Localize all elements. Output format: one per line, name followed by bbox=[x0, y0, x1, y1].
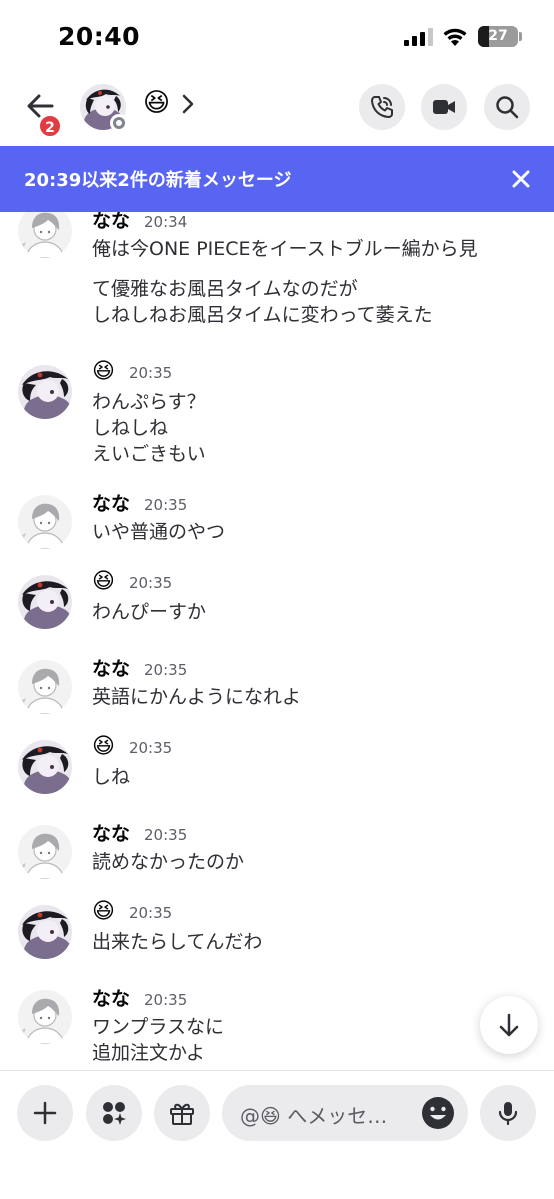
close-icon[interactable] bbox=[508, 166, 534, 192]
video-call-button[interactable] bbox=[421, 84, 467, 130]
message-text: えいごきもい bbox=[92, 443, 206, 465]
message-text: 英語にかんようになれよ bbox=[92, 686, 302, 708]
status-indicator bbox=[110, 114, 128, 132]
add-attachment-button[interactable] bbox=[17, 1085, 73, 1141]
message-author[interactable]: 😆 bbox=[92, 569, 115, 594]
message-timestamp: 20:35 bbox=[144, 661, 188, 679]
search-button[interactable] bbox=[484, 84, 530, 130]
gift-icon bbox=[170, 1103, 194, 1125]
message-header: 😆 20:35 bbox=[92, 359, 172, 385]
unread-badge: 2 bbox=[38, 114, 62, 138]
chat-header: 2 😆 bbox=[0, 74, 554, 146]
gift-button[interactable] bbox=[154, 1085, 210, 1141]
video-camera-icon bbox=[433, 100, 455, 114]
message-timestamp: 20:35 bbox=[128, 364, 173, 382]
message-header: なな 20:35 bbox=[92, 984, 187, 1010]
emoji-icon[interactable] bbox=[420, 1095, 456, 1131]
avatar[interactable] bbox=[18, 740, 72, 794]
arrow-down-icon bbox=[499, 1013, 519, 1037]
message-header: なな 20:35 bbox=[92, 654, 187, 680]
apps-icon bbox=[103, 1102, 126, 1125]
chevron-right-icon[interactable] bbox=[181, 92, 195, 116]
message-timestamp: 20:35 bbox=[128, 904, 173, 922]
message-header: なな 20:34 bbox=[92, 212, 187, 232]
message-timestamp: 20:35 bbox=[144, 826, 188, 844]
message-timestamp: 20:34 bbox=[144, 213, 188, 231]
message-author[interactable]: なな bbox=[92, 984, 130, 1011]
message-author[interactable]: 😆 bbox=[92, 359, 115, 384]
plus-icon bbox=[33, 1101, 57, 1125]
search-icon bbox=[496, 96, 519, 119]
message-author[interactable]: なな bbox=[92, 212, 130, 233]
message-author[interactable]: 😆 bbox=[92, 734, 115, 759]
message-timestamp: 20:35 bbox=[128, 739, 173, 757]
status-bar: 20:40 27 bbox=[0, 0, 554, 74]
message-input[interactable]: @😆 へメッセ… bbox=[222, 1085, 468, 1141]
message-timestamp: 20:35 bbox=[128, 574, 173, 592]
jump-to-present-button[interactable] bbox=[480, 996, 538, 1054]
message-author[interactable]: なな bbox=[92, 489, 130, 516]
avatar[interactable] bbox=[18, 825, 72, 879]
message-text: 読めなかったのか bbox=[92, 851, 245, 873]
message-text: わんぴーすか bbox=[92, 601, 207, 623]
voice-message-button[interactable] bbox=[480, 1085, 536, 1141]
voice-call-button[interactable] bbox=[359, 84, 405, 130]
signal-icon bbox=[404, 28, 433, 46]
message-text: て優雅なお風呂タイムなのだが bbox=[92, 278, 358, 300]
message-header: 😆 20:35 bbox=[92, 734, 172, 760]
battery-indicator: 27 bbox=[478, 26, 518, 47]
message-text: しね bbox=[92, 766, 131, 788]
status-time: 20:40 bbox=[58, 22, 141, 51]
avatar[interactable] bbox=[18, 495, 72, 549]
message-header: 😆 20:35 bbox=[92, 899, 172, 925]
message-author[interactable]: 😆 bbox=[92, 899, 115, 924]
message-text: ワンプラスなに bbox=[92, 1016, 225, 1038]
message-text: しねしね bbox=[92, 417, 169, 439]
message-author[interactable]: なな bbox=[92, 654, 130, 681]
message-text: 出来たらしてんだわ bbox=[92, 931, 263, 953]
battery-level: 27 bbox=[488, 28, 508, 44]
phone-icon bbox=[371, 96, 393, 118]
message-header: 😆 20:35 bbox=[92, 569, 172, 595]
message-text: 俺は今ONE PIECEをイーストブルー編から見 bbox=[92, 238, 478, 260]
message-input-placeholder: @😆 へメッセ… bbox=[240, 1104, 388, 1128]
message-composer: @😆 へメッセ… bbox=[0, 1070, 554, 1199]
avatar[interactable] bbox=[18, 990, 72, 1044]
message-text: いや普通のやつ bbox=[92, 521, 226, 543]
message-text: しねしねお風呂タイムに変わって萎えた bbox=[92, 304, 433, 326]
message-text: わんぷらす？ bbox=[92, 391, 206, 413]
message-header: なな 20:35 bbox=[92, 819, 187, 845]
message-list[interactable]: なな 20:34 俺は今ONE PIECEをイーストブルー編から見 て優雅なお風呂タイ… bbox=[0, 212, 554, 1070]
new-messages-banner[interactable]: 20:39以来2件の新着メッセージ bbox=[0, 146, 554, 212]
avatar[interactable] bbox=[18, 575, 72, 629]
message-header: なな 20:35 bbox=[92, 489, 187, 515]
avatar[interactable] bbox=[18, 905, 72, 959]
apps-button[interactable] bbox=[86, 1085, 142, 1141]
message-author[interactable]: なな bbox=[92, 819, 130, 846]
avatar[interactable] bbox=[18, 212, 72, 258]
microphone-icon bbox=[498, 1102, 518, 1126]
new-messages-text: 20:39以来2件の新着メッセージ bbox=[24, 170, 292, 191]
avatar[interactable] bbox=[18, 660, 72, 714]
avatar[interactable] bbox=[18, 365, 72, 419]
message-timestamp: 20:35 bbox=[144, 991, 188, 1009]
message-text: 追加注文かよ bbox=[92, 1042, 206, 1064]
battery-cap bbox=[519, 32, 522, 41]
channel-name[interactable]: 😆 bbox=[143, 88, 170, 118]
message-timestamp: 20:35 bbox=[144, 496, 188, 514]
wifi-icon bbox=[443, 28, 467, 46]
